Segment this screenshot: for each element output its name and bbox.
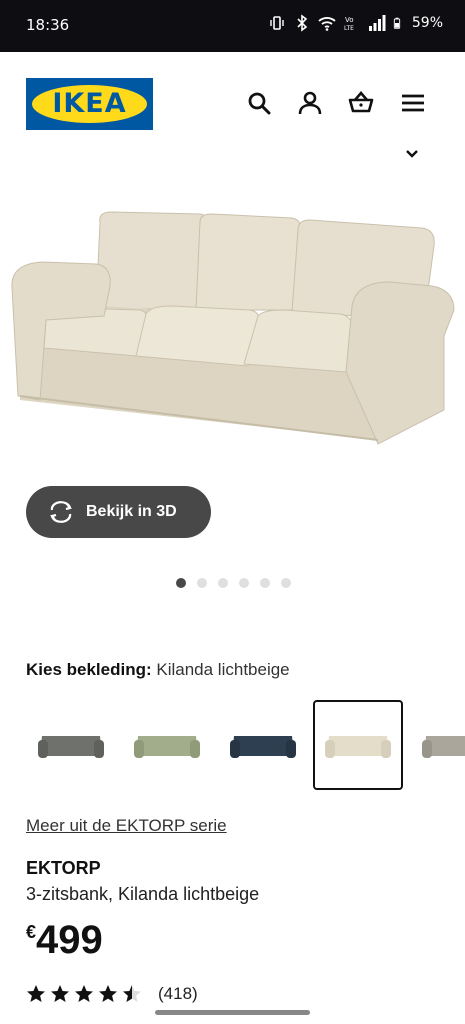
star-half-icon	[123, 985, 141, 1002]
profile-icon[interactable]	[297, 90, 323, 116]
price-amount: 499	[36, 918, 103, 962]
volte-icon: VoLTE	[344, 16, 354, 32]
sofa-thumb	[134, 736, 200, 758]
svg-text:Vo: Vo	[345, 16, 354, 24]
product-price: € 499	[26, 916, 103, 964]
product-image[interactable]	[0, 160, 465, 460]
gallery-dot[interactable]	[239, 578, 249, 588]
gallery-pagination	[176, 578, 291, 588]
upholstery-option-selected[interactable]	[313, 700, 403, 790]
basket-icon[interactable]	[348, 90, 374, 116]
status-time: 18:36	[26, 16, 70, 34]
rotate-icon	[50, 501, 72, 523]
upholstery-option[interactable]	[26, 700, 116, 790]
series-link[interactable]: Meer uit de EKTORP serie	[26, 816, 227, 836]
product-description: 3-zitsbank, Kilanda lichtbeige	[26, 884, 260, 904]
upholstery-options	[0, 700, 465, 792]
view-3d-label: Bekijk in 3D	[86, 503, 177, 520]
status-icons: Vo LTE 59%	[268, 14, 443, 32]
star-full-icon	[99, 985, 117, 1002]
upholstery-option[interactable]	[122, 700, 212, 790]
svg-text:LTE: LTE	[344, 25, 354, 32]
site-header: IKEA	[0, 52, 465, 152]
upholstery-selector-label: Kies bekleding: Kilanda lichtbeige	[26, 660, 290, 680]
sofa-thumb	[38, 736, 104, 758]
sofa-thumb	[325, 736, 391, 758]
rating-count: (418)	[158, 984, 198, 1003]
sofa-thumb	[230, 736, 296, 758]
battery-icon	[393, 17, 401, 29]
upholstery-option[interactable]	[410, 700, 465, 790]
view-3d-button[interactable]: Bekijk in 3D	[26, 486, 211, 538]
sofa-thumb	[422, 736, 465, 758]
signal-icon	[368, 15, 386, 31]
gallery-dot[interactable]	[176, 578, 186, 588]
gallery-dot[interactable]	[197, 578, 207, 588]
menu-icon[interactable]	[400, 90, 426, 116]
search-icon[interactable]	[246, 90, 272, 116]
product-rating[interactable]: (418)	[26, 984, 198, 1004]
product-name: EKTORP	[26, 858, 101, 878]
star-full-icon	[75, 985, 93, 1002]
star-full-icon	[27, 985, 45, 1002]
chevron-down-icon[interactable]	[404, 148, 420, 160]
vibrate-icon	[270, 16, 284, 30]
battery-percent: 59%	[411, 15, 443, 31]
gallery-dot[interactable]	[260, 578, 270, 588]
star-full-icon	[51, 985, 69, 1002]
wifi-icon	[318, 17, 336, 31]
status-bar: 18:36 Vo LTE 59%	[0, 0, 465, 52]
gallery-dot[interactable]	[218, 578, 228, 588]
logo-text: IKEA	[52, 88, 127, 119]
upholstery-option[interactable]	[218, 700, 308, 790]
ikea-logo[interactable]: IKEA	[26, 78, 153, 130]
home-indicator[interactable]	[155, 1010, 310, 1015]
gallery-dot[interactable]	[281, 578, 291, 588]
upholstery-value: Kilanda lichtbeige	[156, 660, 290, 679]
upholstery-label: Kies bekleding:	[26, 660, 152, 679]
price-currency: €	[26, 922, 37, 942]
bluetooth-icon	[297, 14, 308, 32]
